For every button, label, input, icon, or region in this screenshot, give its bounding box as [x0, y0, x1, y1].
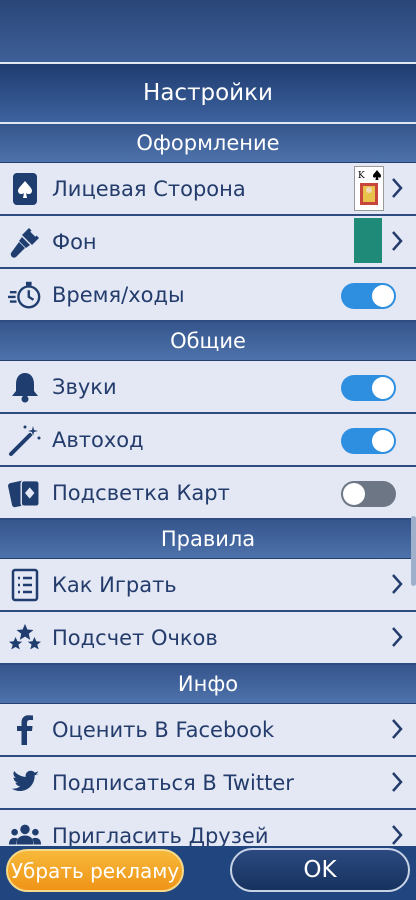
chevron-right-icon — [392, 178, 403, 198]
remove-ads-button[interactable]: Убрать рекламу — [6, 849, 184, 892]
stars-icon — [8, 621, 42, 655]
ok-button[interactable]: OK — [230, 848, 410, 892]
card-highlight-toggle[interactable] — [341, 481, 396, 507]
toggle-knob — [372, 377, 394, 399]
twitter-icon — [8, 766, 42, 800]
automove-toggle[interactable] — [341, 428, 396, 454]
section-info: Инфо — [0, 665, 416, 704]
row-invite-friends-label: Пригласить Друзей — [52, 823, 269, 847]
scrollbar-thumb[interactable] — [411, 516, 416, 586]
chevron-right-icon — [392, 825, 403, 845]
row-automove[interactable]: Автоход — [0, 414, 416, 467]
row-how-to-play-label: Как Играть — [52, 572, 177, 597]
toggle-knob — [372, 430, 394, 452]
row-twitter-label: Подписаться В Twitter — [52, 770, 294, 795]
chevron-right-icon — [392, 231, 403, 251]
settings-list[interactable]: Оформление Лицевая Сторона K Фон Время/х… — [0, 124, 416, 846]
section-general: Общие — [0, 322, 416, 361]
bottom-bar: Убрать рекламу OK — [0, 846, 416, 900]
stopwatch-icon — [8, 278, 42, 312]
chevron-right-icon — [392, 719, 403, 739]
magic-wand-icon — [8, 423, 42, 457]
toggle-knob — [372, 285, 394, 307]
row-sounds[interactable]: Звуки — [0, 361, 416, 414]
paintbrush-icon — [8, 225, 42, 259]
people-icon — [8, 819, 42, 847]
cards-icon — [8, 476, 42, 510]
list-icon — [8, 568, 42, 602]
card-face-preview: K — [354, 166, 384, 211]
row-twitter[interactable]: Подписаться В Twitter — [0, 757, 416, 810]
row-how-to-play[interactable]: Как Играть — [0, 559, 416, 612]
background-preview — [354, 218, 382, 263]
sounds-toggle[interactable] — [341, 375, 396, 401]
page-title: Настройки — [143, 80, 273, 106]
chevron-right-icon — [392, 627, 403, 647]
chevron-right-icon — [392, 772, 403, 792]
facebook-icon — [8, 713, 42, 747]
row-facebook[interactable]: Оценить В Facebook — [0, 704, 416, 757]
spade-card-icon — [8, 172, 42, 206]
toggle-knob — [343, 483, 365, 505]
svg-text:K: K — [358, 171, 365, 181]
row-card-highlight[interactable]: Подсветка Карт — [0, 467, 416, 520]
row-card-face[interactable]: Лицевая Сторона K — [0, 163, 416, 216]
section-rules: Правила — [0, 520, 416, 559]
top-bar — [0, 0, 416, 62]
title-bar: Настройки — [0, 62, 416, 124]
row-invite-friends[interactable]: Пригласить Друзей — [0, 810, 416, 846]
row-background[interactable]: Фон — [0, 216, 416, 269]
row-scoring-label: Подсчет Очков — [52, 625, 218, 650]
time-moves-toggle[interactable] — [341, 283, 396, 309]
section-appearance: Оформление — [0, 124, 416, 163]
row-time-moves[interactable]: Время/ходы — [0, 269, 416, 322]
chevron-right-icon — [392, 574, 403, 594]
bell-icon — [8, 370, 42, 404]
row-facebook-label: Оценить В Facebook — [52, 717, 275, 742]
row-scoring[interactable]: Подсчет Очков — [0, 612, 416, 665]
